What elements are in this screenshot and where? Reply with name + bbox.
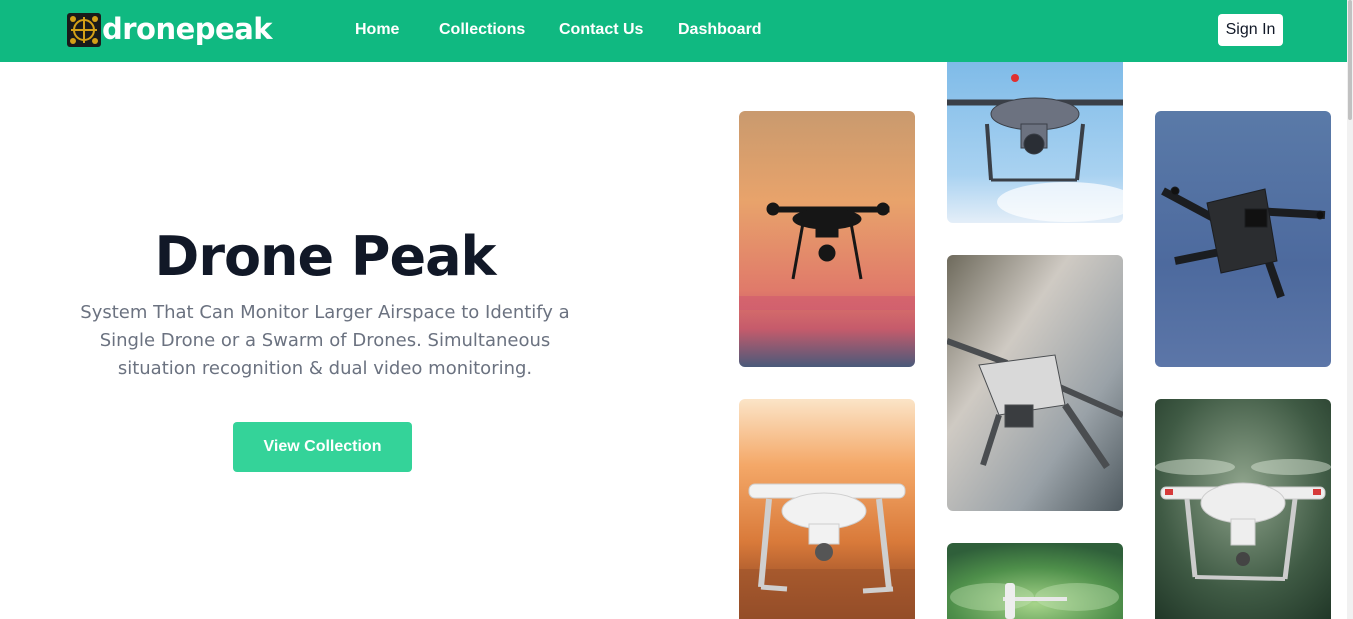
brand-name[interactable]: dronepeak: [102, 10, 273, 48]
drone-foldable-dark-image: [1155, 111, 1331, 367]
drone-silhouette-sunset-image: [739, 111, 915, 367]
drone-logo-icon[interactable]: [67, 13, 101, 47]
sign-in-button[interactable]: Sign In: [1218, 14, 1283, 46]
navbar: dronepeak Home Collections Contact Us Da…: [0, 0, 1347, 62]
view-collection-button[interactable]: View Collection: [233, 422, 412, 472]
nav-link-collections[interactable]: Collections: [439, 20, 525, 40]
hero-description: System That Can Monitor Larger Airspace …: [80, 302, 570, 379]
drone-blue-sky-image: [947, 62, 1123, 223]
nav-link-home[interactable]: Home: [355, 20, 399, 40]
drone-white-forest-image: [1155, 399, 1331, 619]
drone-sunset-field-image: [739, 399, 915, 619]
nav-link-contact-us[interactable]: Contact Us: [559, 20, 643, 40]
drone-foldable-gray-image: [947, 255, 1123, 511]
nav-link-dashboard[interactable]: Dashboard: [678, 20, 762, 40]
scrollbar-thumb[interactable]: [1348, 0, 1352, 120]
hero-title: Drone Peak: [154, 225, 497, 288]
drone-green-propeller-image: [947, 543, 1123, 619]
